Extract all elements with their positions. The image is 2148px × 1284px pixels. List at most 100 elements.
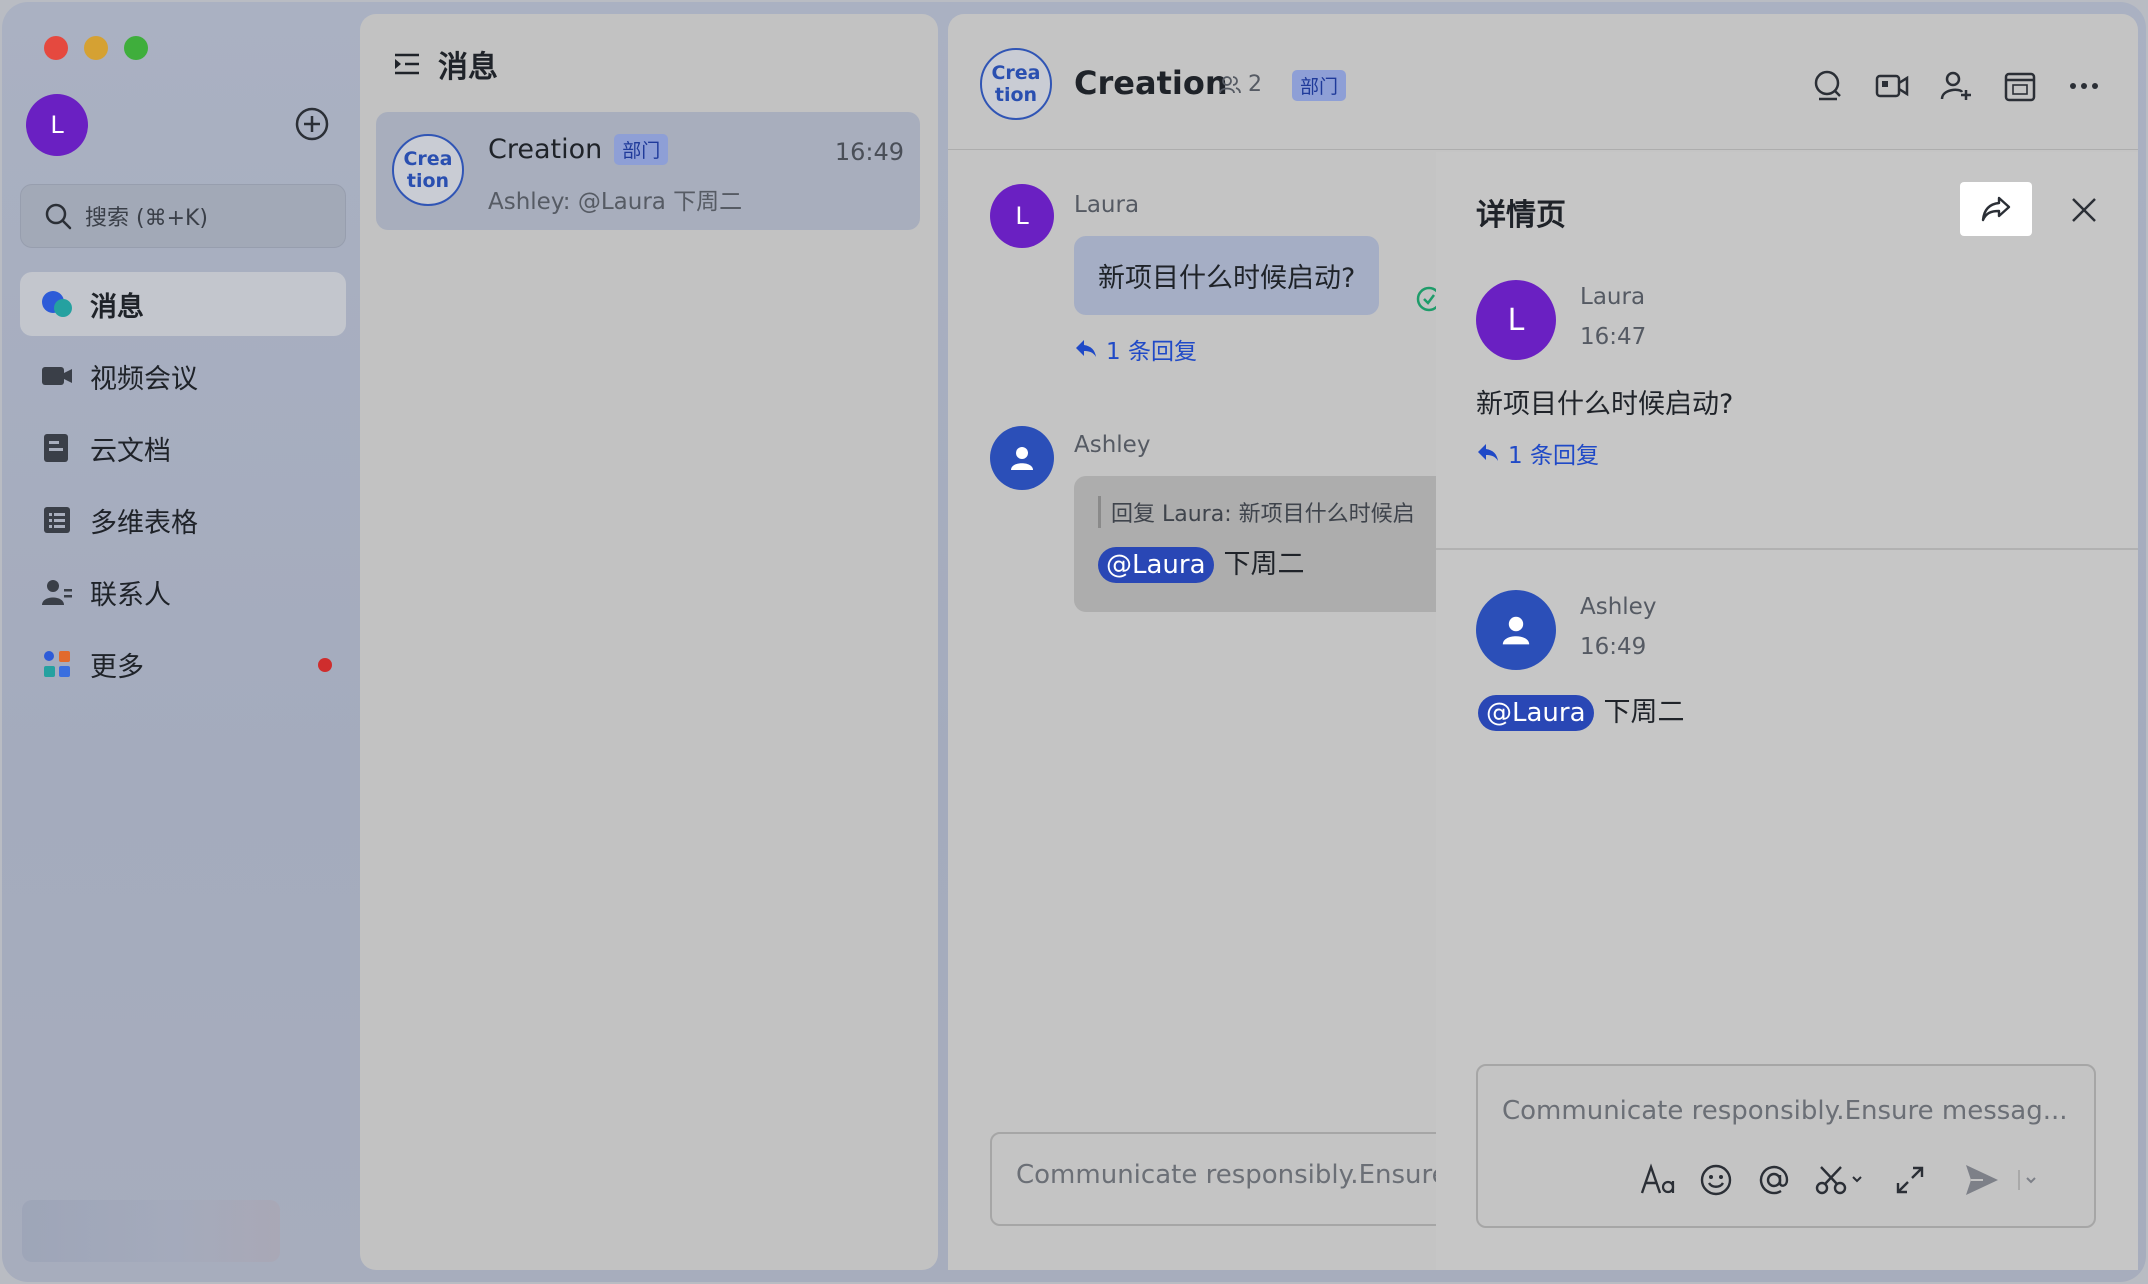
- mention-tag[interactable]: @Laura: [1098, 547, 1214, 583]
- sender-name: Ashley: [1580, 594, 1657, 620]
- app-window: L 搜索 (⌘+K) 消息 视频会议 云文档 多维表格 联系人 更多 消息 Cr…: [2, 2, 2146, 1282]
- emoji-icon: [1700, 1164, 1732, 1196]
- collapse-list-icon[interactable]: [392, 49, 422, 79]
- chat-message-input[interactable]: Communicate responsibly.Ensure: [990, 1132, 1490, 1226]
- sidebar-item-docs[interactable]: 云文档: [20, 416, 346, 480]
- text-format-icon: [1640, 1163, 1675, 1194]
- apps-grid-icon: [40, 647, 74, 681]
- sidebar-item-video-meetings[interactable]: 视频会议: [20, 344, 346, 408]
- sidebar-item-label: 联系人: [90, 579, 171, 611]
- video-camera-icon: [40, 359, 74, 393]
- chat-header: Crea tion Creation 2 部门: [948, 14, 2138, 150]
- zoom-window-button[interactable]: [124, 36, 148, 60]
- unread-dot: [318, 658, 332, 672]
- sidebar-item-label: 云文档: [90, 435, 171, 467]
- search-placeholder: 搜索 (⌘+K): [85, 206, 209, 231]
- message-text: 下周二: [1223, 549, 1305, 580]
- thread-reply-input[interactable]: Communicate responsibly.Ensure messag...: [1476, 1064, 2096, 1228]
- add-button[interactable]: [292, 104, 332, 144]
- emoji-button[interactable]: [1696, 1160, 1736, 1200]
- search-input[interactable]: 搜索 (⌘+K): [20, 184, 346, 248]
- sender-avatar[interactable]: L: [990, 184, 1054, 248]
- search-icon: [1814, 70, 1841, 101]
- share-icon: [1981, 196, 2011, 222]
- share-button[interactable]: [1960, 182, 2032, 236]
- expand-icon: [1896, 1166, 1924, 1194]
- mention-button[interactable]: [1754, 1160, 1794, 1200]
- divider: [1436, 548, 2138, 550]
- message-bubble[interactable]: 新项目什么时候启动?: [1074, 236, 1380, 315]
- reply-arrow-icon: [1478, 444, 1498, 461]
- detail-title: 详情页: [1476, 198, 1566, 233]
- video-call-button[interactable]: [1872, 66, 1912, 106]
- message-text: 下周二: [1603, 697, 1685, 728]
- sidebar-item-contacts[interactable]: 联系人: [20, 560, 346, 624]
- conversation-item[interactable]: Crea tion Creation 部门 16:49 Ashley: @Lau…: [376, 112, 920, 230]
- sender-name: Laura: [1074, 192, 1140, 218]
- sender-avatar[interactable]: [1476, 590, 1556, 670]
- minimize-window-button[interactable]: [84, 36, 108, 60]
- members-icon: [1219, 75, 1241, 93]
- table-icon: [40, 503, 74, 537]
- close-detail-button[interactable]: [2064, 190, 2104, 230]
- screenshot-button[interactable]: [1812, 1160, 1868, 1200]
- chevron-down-icon: [2018, 1170, 2036, 1190]
- search-chat-button[interactable]: [1808, 66, 1848, 106]
- text-format-button[interactable]: [1638, 1160, 1678, 1200]
- conversation-preview: Ashley: @Laura 下周二: [488, 189, 743, 215]
- scissors-icon: [1815, 1166, 1862, 1195]
- sidebar-item-label: 消息: [90, 291, 144, 323]
- at-sign-icon: [1759, 1165, 1789, 1195]
- reply-quote[interactable]: 回复 Laura: 新项目什么时候启: [1098, 496, 1450, 528]
- message-bubble[interactable]: 回复 Laura: 新项目什么时候启 @Laura 下周二: [1074, 476, 1474, 612]
- close-window-button[interactable]: [44, 36, 68, 60]
- sender-name: Ashley: [1074, 432, 1151, 458]
- message-time: 16:49: [1580, 634, 1647, 660]
- sidebar-item-bitable[interactable]: 多维表格: [20, 488, 346, 552]
- send-button[interactable]: [1962, 1160, 2002, 1200]
- person-icon: [1011, 447, 1033, 470]
- chat-title[interactable]: Creation: [1074, 64, 1228, 102]
- input-placeholder: Communicate responsibly.Ensure messag...: [1502, 1096, 2068, 1126]
- search-icon: [45, 203, 72, 230]
- document-icon: [40, 431, 74, 465]
- thread-detail-panel: 详情页 L Laura 16:47 新项目什么时候启动? 1 条回复 Ashle…: [1436, 152, 2138, 1270]
- message-time: 16:47: [1580, 324, 1647, 350]
- group-avatar: Crea tion: [392, 134, 464, 206]
- sidebar-item-more[interactable]: 更多: [20, 632, 346, 696]
- add-member-button[interactable]: [1936, 66, 1976, 106]
- blurred-footer: [22, 1200, 280, 1262]
- sidebar-item-messages[interactable]: 消息: [20, 272, 346, 336]
- calendar-icon: [2004, 72, 2036, 102]
- mention-tag[interactable]: @Laura: [1478, 695, 1594, 731]
- message-text[interactable]: 新项目什么时候启动?: [1476, 382, 1733, 421]
- sidebar-item-label: 多维表格: [90, 507, 198, 539]
- more-options-button[interactable]: [2064, 66, 2104, 106]
- chat-group-avatar[interactable]: Crea tion: [980, 48, 1052, 120]
- video-camera-icon: [1875, 74, 1909, 98]
- reply-content: @Laura 下周二: [1478, 690, 1685, 731]
- more-dots-icon: [2070, 83, 2098, 89]
- thread-reply-link[interactable]: 1 条回复: [1476, 436, 1599, 470]
- thread-reply-link[interactable]: 1 条回复: [1074, 332, 1197, 366]
- member-count[interactable]: 2: [1218, 72, 1262, 97]
- list-title: 消息: [438, 50, 498, 85]
- list-header: 消息: [392, 42, 498, 86]
- chat-bubble-icon: [40, 287, 74, 321]
- conversation-list: 消息 Crea tion Creation 部门 16:49 Ashley: @…: [360, 14, 938, 1270]
- user-avatar[interactable]: L: [26, 94, 88, 156]
- member-count-value: 2: [1248, 72, 1262, 97]
- send-icon: [1966, 1165, 1998, 1195]
- sender-avatar[interactable]: L: [1476, 280, 1556, 360]
- person-icon: [1502, 616, 1530, 645]
- sidebar: L 搜索 (⌘+K) 消息 视频会议 云文档 多维表格 联系人 更多: [2, 2, 360, 1282]
- send-options-button[interactable]: [2014, 1160, 2044, 1200]
- calendar-button[interactable]: [2000, 66, 2040, 106]
- plus-circle-icon: [295, 107, 329, 141]
- add-user-icon: [1940, 71, 1971, 100]
- department-badge: 部门: [614, 134, 669, 165]
- sender-avatar[interactable]: [990, 426, 1054, 490]
- conversation-name-row: Creation 部门: [488, 134, 669, 165]
- expand-editor-button[interactable]: [1890, 1160, 1930, 1200]
- sender-name: Laura: [1580, 284, 1646, 310]
